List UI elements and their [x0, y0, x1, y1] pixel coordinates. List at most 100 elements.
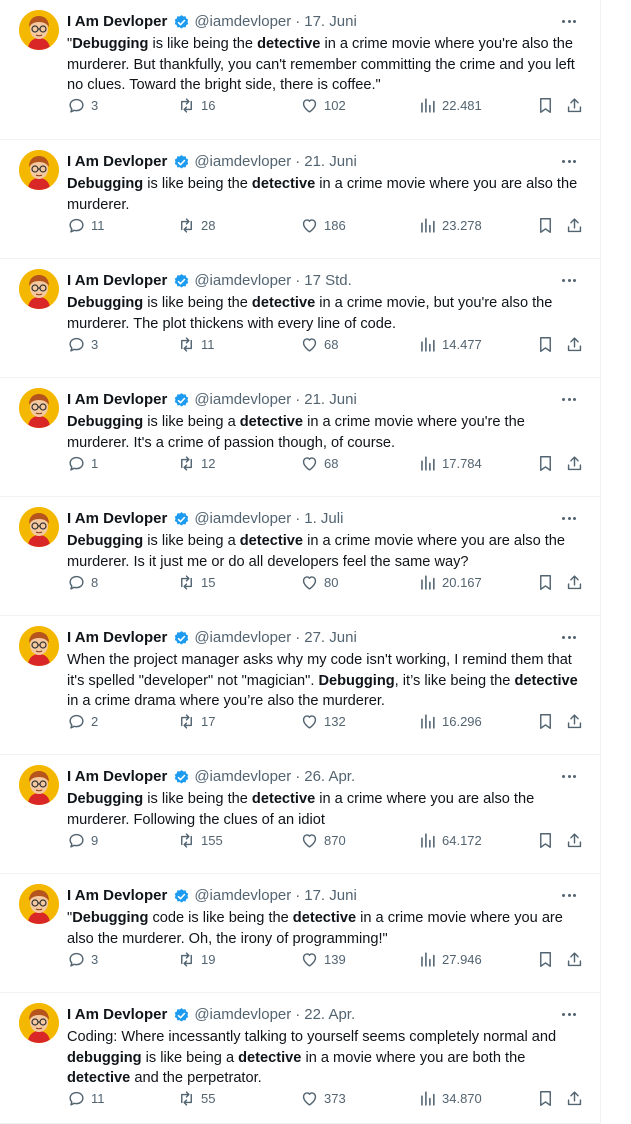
tweet[interactable]: I Am Devloper @iamdevloper · 27. Juni When t…	[0, 616, 601, 755]
user-handle[interactable]: @iamdevloper	[194, 628, 291, 648]
tweet[interactable]: I Am Devloper @iamdevloper · 1. Juli Debuggi…	[0, 497, 601, 616]
tweet-date[interactable]: 17. Juni	[304, 886, 357, 906]
display-name[interactable]: I Am Devloper	[67, 509, 167, 529]
bookmark-button[interactable]	[536, 94, 555, 116]
views-button[interactable]: 17.784	[418, 452, 482, 474]
user-handle[interactable]: @iamdevloper	[194, 767, 291, 787]
share-button[interactable]	[565, 948, 584, 970]
avatar[interactable]	[19, 507, 59, 547]
like-button[interactable]: 68	[300, 333, 338, 355]
reply-button[interactable]: 3	[67, 94, 98, 116]
tweet[interactable]: I Am Devloper @iamdevloper · 17 Std. Debuggi…	[0, 259, 601, 378]
like-button[interactable]: 870	[300, 829, 346, 851]
user-handle[interactable]: @iamdevloper	[194, 271, 291, 291]
reply-button[interactable]: 9	[67, 829, 98, 851]
tweet[interactable]: I Am Devloper @iamdevloper · 21. Juni Debugg…	[0, 378, 601, 497]
retweet-button[interactable]: 28	[177, 214, 215, 236]
reply-button[interactable]: 2	[67, 710, 98, 732]
tweet[interactable]: I Am Devloper @iamdevloper · 22. Apr. Coding…	[0, 993, 601, 1124]
views-button[interactable]: 64.172	[418, 829, 482, 851]
user-handle[interactable]: @iamdevloper	[194, 886, 291, 906]
tweet-date[interactable]: 1. Juli	[304, 509, 343, 529]
display-name[interactable]: I Am Devloper	[67, 628, 167, 648]
more-dots-icon[interactable]	[559, 769, 579, 783]
more-dots-icon[interactable]	[559, 14, 579, 28]
reply-button[interactable]: 11	[67, 214, 105, 236]
tweet-date[interactable]: 22. Apr.	[304, 1005, 355, 1025]
bookmark-button[interactable]	[536, 1087, 555, 1109]
more-dots-icon[interactable]	[559, 630, 579, 644]
views-button[interactable]: 16.296	[418, 710, 482, 732]
tweet-date[interactable]: 26. Apr.	[304, 767, 355, 787]
tweet-date[interactable]: 17 Std.	[304, 271, 352, 291]
display-name[interactable]: I Am Devloper	[67, 271, 167, 291]
bookmark-button[interactable]	[536, 333, 555, 355]
share-button[interactable]	[565, 571, 584, 593]
tweet[interactable]: I Am Devloper @iamdevloper · 17. Juni "Debug…	[0, 0, 601, 140]
share-button[interactable]	[565, 452, 584, 474]
views-button[interactable]: 22.481	[418, 94, 482, 116]
retweet-button[interactable]: 12	[177, 452, 215, 474]
retweet-button[interactable]: 55	[177, 1087, 215, 1109]
like-button[interactable]: 68	[300, 452, 338, 474]
tweet[interactable]: I Am Devloper @iamdevloper · 21. Juni Debugg…	[0, 140, 601, 259]
views-button[interactable]: 27.946	[418, 948, 482, 970]
more-dots-icon[interactable]	[559, 888, 579, 902]
reply-button[interactable]: 3	[67, 333, 98, 355]
user-handle[interactable]: @iamdevloper	[194, 1005, 291, 1025]
views-button[interactable]: 34.870	[418, 1087, 482, 1109]
share-button[interactable]	[565, 214, 584, 236]
display-name[interactable]: I Am Devloper	[67, 390, 167, 410]
more-dots-icon[interactable]	[559, 1007, 579, 1021]
more-dots-icon[interactable]	[559, 392, 579, 406]
display-name[interactable]: I Am Devloper	[67, 1005, 167, 1025]
display-name[interactable]: I Am Devloper	[67, 12, 167, 32]
like-button[interactable]: 102	[300, 94, 346, 116]
tweet-date[interactable]: 21. Juni	[304, 152, 357, 172]
retweet-button[interactable]: 15	[177, 571, 215, 593]
views-button[interactable]: 23.278	[418, 214, 482, 236]
display-name[interactable]: I Am Devloper	[67, 767, 167, 787]
tweet[interactable]: I Am Devloper @iamdevloper · 26. Apr. Debugg…	[0, 755, 601, 874]
user-handle[interactable]: @iamdevloper	[194, 509, 291, 529]
tweet-date[interactable]: 27. Juni	[304, 628, 357, 648]
avatar[interactable]	[19, 884, 59, 924]
like-button[interactable]: 132	[300, 710, 346, 732]
like-button[interactable]: 186	[300, 214, 346, 236]
reply-button[interactable]: 3	[67, 948, 98, 970]
user-handle[interactable]: @iamdevloper	[194, 152, 291, 172]
like-button[interactable]: 373	[300, 1087, 346, 1109]
share-button[interactable]	[565, 829, 584, 851]
display-name[interactable]: I Am Devloper	[67, 152, 167, 172]
reply-button[interactable]: 11	[67, 1087, 105, 1109]
bookmark-button[interactable]	[536, 571, 555, 593]
like-button[interactable]: 80	[300, 571, 338, 593]
avatar[interactable]	[19, 1003, 59, 1043]
avatar[interactable]	[19, 765, 59, 805]
bookmark-button[interactable]	[536, 829, 555, 851]
retweet-button[interactable]: 17	[177, 710, 215, 732]
tweet-date[interactable]: 21. Juni	[304, 390, 357, 410]
views-button[interactable]: 20.167	[418, 571, 482, 593]
user-handle[interactable]: @iamdevloper	[194, 390, 291, 410]
tweet[interactable]: I Am Devloper @iamdevloper · 17. Juni "Debug…	[0, 874, 601, 993]
tweet-date[interactable]: 17. Juni	[304, 12, 357, 32]
retweet-button[interactable]: 16	[177, 94, 215, 116]
reply-button[interactable]: 8	[67, 571, 98, 593]
reply-button[interactable]: 1	[67, 452, 98, 474]
like-button[interactable]: 139	[300, 948, 346, 970]
avatar[interactable]	[19, 150, 59, 190]
bookmark-button[interactable]	[536, 710, 555, 732]
avatar[interactable]	[19, 10, 59, 50]
share-button[interactable]	[565, 1087, 584, 1109]
bookmark-button[interactable]	[536, 452, 555, 474]
avatar[interactable]	[19, 626, 59, 666]
retweet-button[interactable]: 19	[177, 948, 215, 970]
user-handle[interactable]: @iamdevloper	[194, 12, 291, 32]
bookmark-button[interactable]	[536, 214, 555, 236]
more-dots-icon[interactable]	[559, 511, 579, 525]
bookmark-button[interactable]	[536, 948, 555, 970]
more-dots-icon[interactable]	[559, 154, 579, 168]
retweet-button[interactable]: 155	[177, 829, 223, 851]
share-button[interactable]	[565, 94, 584, 116]
